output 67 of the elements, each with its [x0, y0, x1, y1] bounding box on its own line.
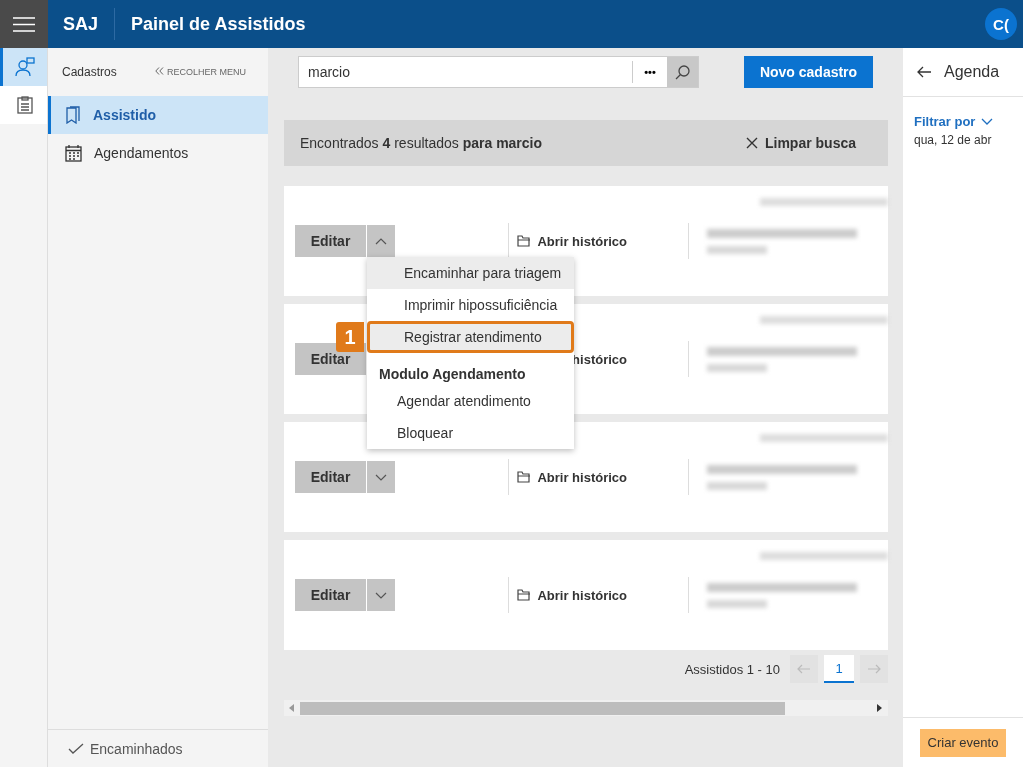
edit-button[interactable]: Editar: [295, 225, 366, 257]
arrow-left-icon: [917, 66, 932, 78]
sidebar-item[interactable]: Agendamentos: [48, 134, 268, 172]
panel-title: Agenda: [944, 63, 1000, 81]
filter-dropdown[interactable]: Filtrar por: [914, 114, 1023, 129]
new-record-button[interactable]: Novo cadastro: [744, 56, 873, 88]
blurred-text: [707, 245, 767, 254]
page-button[interactable]: 1: [824, 655, 854, 683]
create-event-button[interactable]: Criar evento: [919, 728, 1007, 757]
folder-icon: [517, 235, 532, 247]
horizontal-scrollbar[interactable]: [284, 700, 888, 716]
previous-page-button[interactable]: [790, 655, 818, 683]
rail-item[interactable]: [0, 48, 47, 86]
caret-up-icon: [375, 237, 387, 245]
date-label: qua, 12 de abr: [914, 133, 993, 147]
arrow-right-icon: [867, 664, 881, 674]
open-history-button[interactable]: Abrir histórico: [509, 461, 688, 493]
dropdown-toggle[interactable]: [367, 225, 395, 257]
menu-item[interactable]: Imprimir hipossuficiência: [367, 289, 574, 321]
arrow-left-icon: [797, 664, 811, 674]
menu-item[interactable]: Encaminhar para triagem: [367, 257, 574, 289]
menu-item[interactable]: Bloquear: [367, 417, 574, 449]
step-badge: 1: [336, 322, 364, 352]
menu-item[interactable]: Registrar atendimento: [367, 321, 574, 353]
product-name: SAJ: [63, 8, 115, 40]
scroll-left-icon: [289, 704, 294, 712]
close-icon: [745, 137, 758, 149]
blurred-text: [707, 599, 767, 608]
clear-search-button[interactable]: Limpar busca: [745, 135, 856, 151]
open-history-button[interactable]: Abrir histórico: [509, 579, 688, 611]
double-chevron-left-icon: [155, 67, 165, 75]
edit-button[interactable]: Editar: [295, 461, 366, 493]
page-title: Painel de Assistidos: [131, 13, 307, 35]
user-avatar[interactable]: C(: [985, 8, 1017, 40]
results-summary: Encontrados 4 resultados para marcio: [300, 135, 543, 151]
blurred-text: [707, 481, 767, 490]
calendar-icon: [65, 144, 82, 162]
search-field[interactable]: marcio •••: [298, 56, 699, 88]
search-icon: [675, 64, 690, 80]
check-icon: [68, 742, 84, 755]
dropdown-toggle[interactable]: [367, 579, 395, 611]
sidebar-item[interactable]: Assistido: [48, 96, 268, 134]
back-button[interactable]: [917, 66, 932, 78]
edit-button[interactable]: Editar: [295, 579, 366, 611]
menu-icon: [13, 16, 35, 32]
folder-icon: [517, 471, 532, 483]
menu-section-heading: Modulo Agendamento: [378, 365, 527, 384]
scroll-right-icon: [877, 704, 882, 712]
search-button[interactable]: [667, 57, 698, 87]
person-chat-icon: [15, 57, 35, 77]
next-page-button[interactable]: [860, 655, 888, 683]
collapse-menu-link[interactable]: RECOLHER MENU: [155, 67, 246, 77]
scrollbar-thumb[interactable]: [300, 701, 785, 715]
chevron-down-icon: [981, 118, 994, 125]
blurred-text: [707, 363, 767, 372]
dropdown-toggle[interactable]: [367, 461, 395, 493]
folder-icon: [517, 589, 532, 601]
clipboard-icon: [17, 96, 33, 114]
caret-down-icon: [375, 473, 387, 481]
open-history-button[interactable]: Abrir histórico: [509, 225, 688, 257]
menu-button[interactable]: [0, 0, 48, 48]
bookmark-icon: [65, 106, 81, 124]
menu-item[interactable]: Agendar atendimento: [367, 385, 574, 417]
caret-down-icon: [375, 591, 387, 599]
page-range: Assistidos 1 - 10: [684, 661, 780, 677]
rail-item[interactable]: [0, 86, 47, 124]
section-header: Cadastros: [62, 65, 117, 79]
